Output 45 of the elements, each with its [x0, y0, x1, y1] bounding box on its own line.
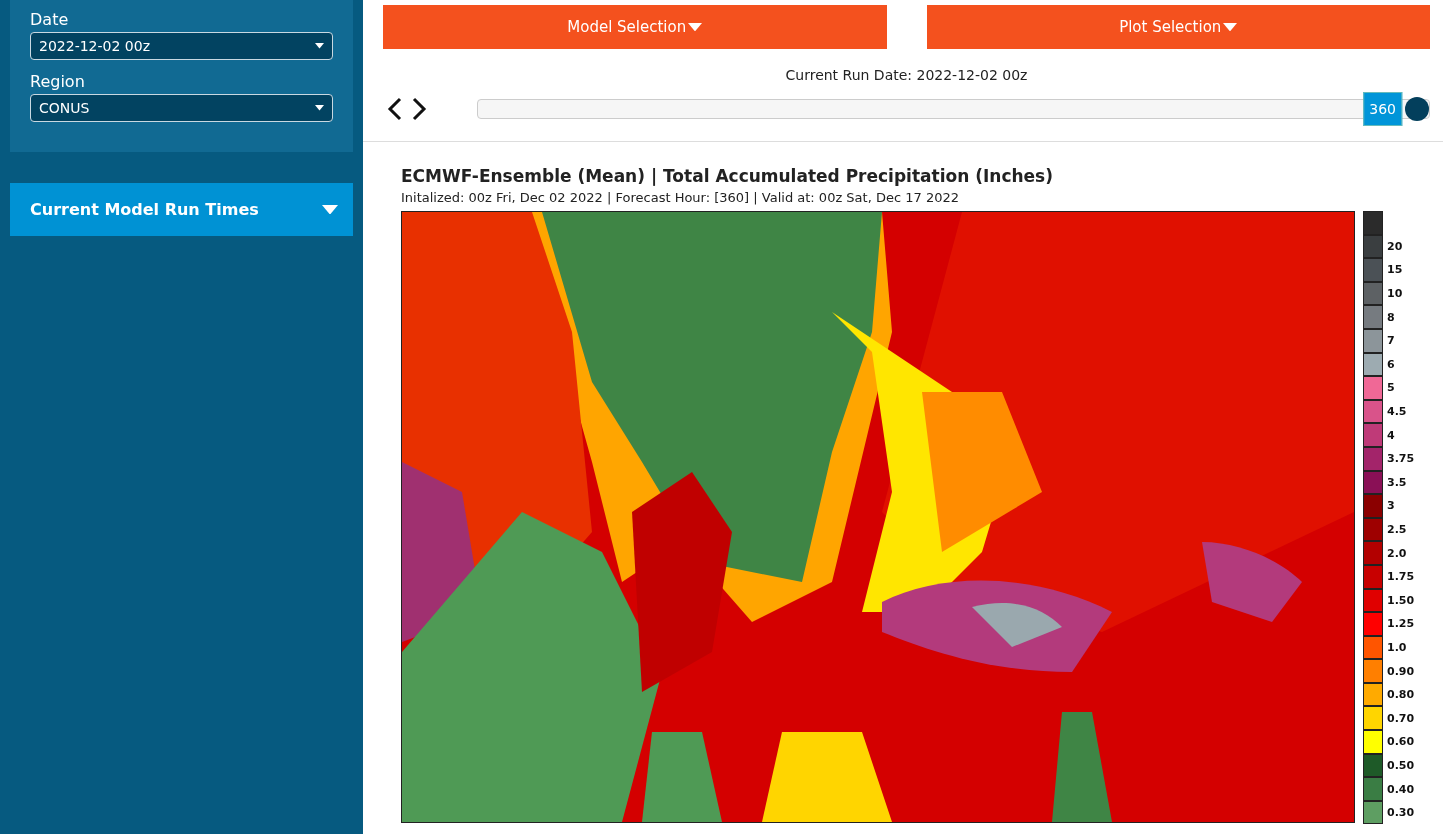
next-icon[interactable]: [411, 97, 427, 121]
caret-icon: [315, 105, 324, 111]
legend-label: 2.5: [1387, 523, 1407, 536]
legend-label: 3.75: [1387, 452, 1415, 466]
legend-label: 0.90: [1387, 664, 1415, 678]
legend-label: 8: [1387, 310, 1395, 324]
menu-button[interactable]: Model Selection: [383, 5, 887, 49]
slider-value: 360: [1363, 92, 1402, 126]
slider-thumb[interactable]: [1405, 97, 1429, 121]
caret-icon: [322, 204, 338, 215]
dropdown-field[interactable]: CONUS: [30, 94, 333, 122]
legend-label: 0.30: [1387, 806, 1415, 820]
previous-icon[interactable]: [387, 97, 403, 121]
plot-title: ECMWF-Ensemble (Mean) | Total Accumulated Precipitation (Inches): [401, 166, 1054, 186]
plot-subtitle: Initalized: 00z Fri, Dec 02 2022 | Forecast Hour: [360] | Valid at: 00z Sat, Dec 17 2022: [401, 190, 960, 205]
field-label: Region: [30, 72, 86, 91]
legend-label: 15: [1387, 263, 1403, 277]
accordion-header[interactable]: Current Model Run Times: [10, 183, 353, 236]
legend-label: 3: [1387, 499, 1395, 513]
legend-label: 20: [1387, 239, 1403, 253]
caret-icon: [688, 22, 703, 32]
legend-label: 0.40: [1387, 782, 1415, 796]
legend-label: 2.0: [1387, 546, 1407, 560]
legend-label: 7: [1387, 334, 1395, 348]
field-label: Date: [30, 10, 70, 29]
legend-label: 0.60: [1387, 735, 1415, 749]
legend-label: 4.5: [1387, 405, 1407, 419]
dropdown-field[interactable]: 2022-12-02 00z: [30, 32, 333, 60]
menu-button[interactable]: Plot Selection: [926, 5, 1430, 49]
run-date-text: Current Run Date: 2022-12-02 00z: [784, 67, 1029, 83]
legend-label: 4: [1387, 428, 1395, 442]
legend-label: 1.25: [1387, 617, 1415, 631]
slider-track[interactable]: [477, 99, 1430, 119]
legend-label: 10: [1387, 287, 1403, 301]
legend-label: 0.80: [1387, 688, 1415, 702]
legend-label: 6: [1387, 357, 1395, 371]
legend-label: 5: [1387, 381, 1395, 395]
caret-icon: [315, 43, 324, 49]
legend-label: 1.75: [1387, 570, 1415, 584]
legend-label: 3.5: [1387, 475, 1407, 489]
legend-label: 0.50: [1387, 758, 1415, 772]
caret-icon: [1223, 22, 1238, 32]
legend-label: 0.70: [1387, 711, 1415, 725]
legend-label: 1.50: [1387, 593, 1415, 607]
legend-label: 1.0: [1387, 641, 1407, 654]
